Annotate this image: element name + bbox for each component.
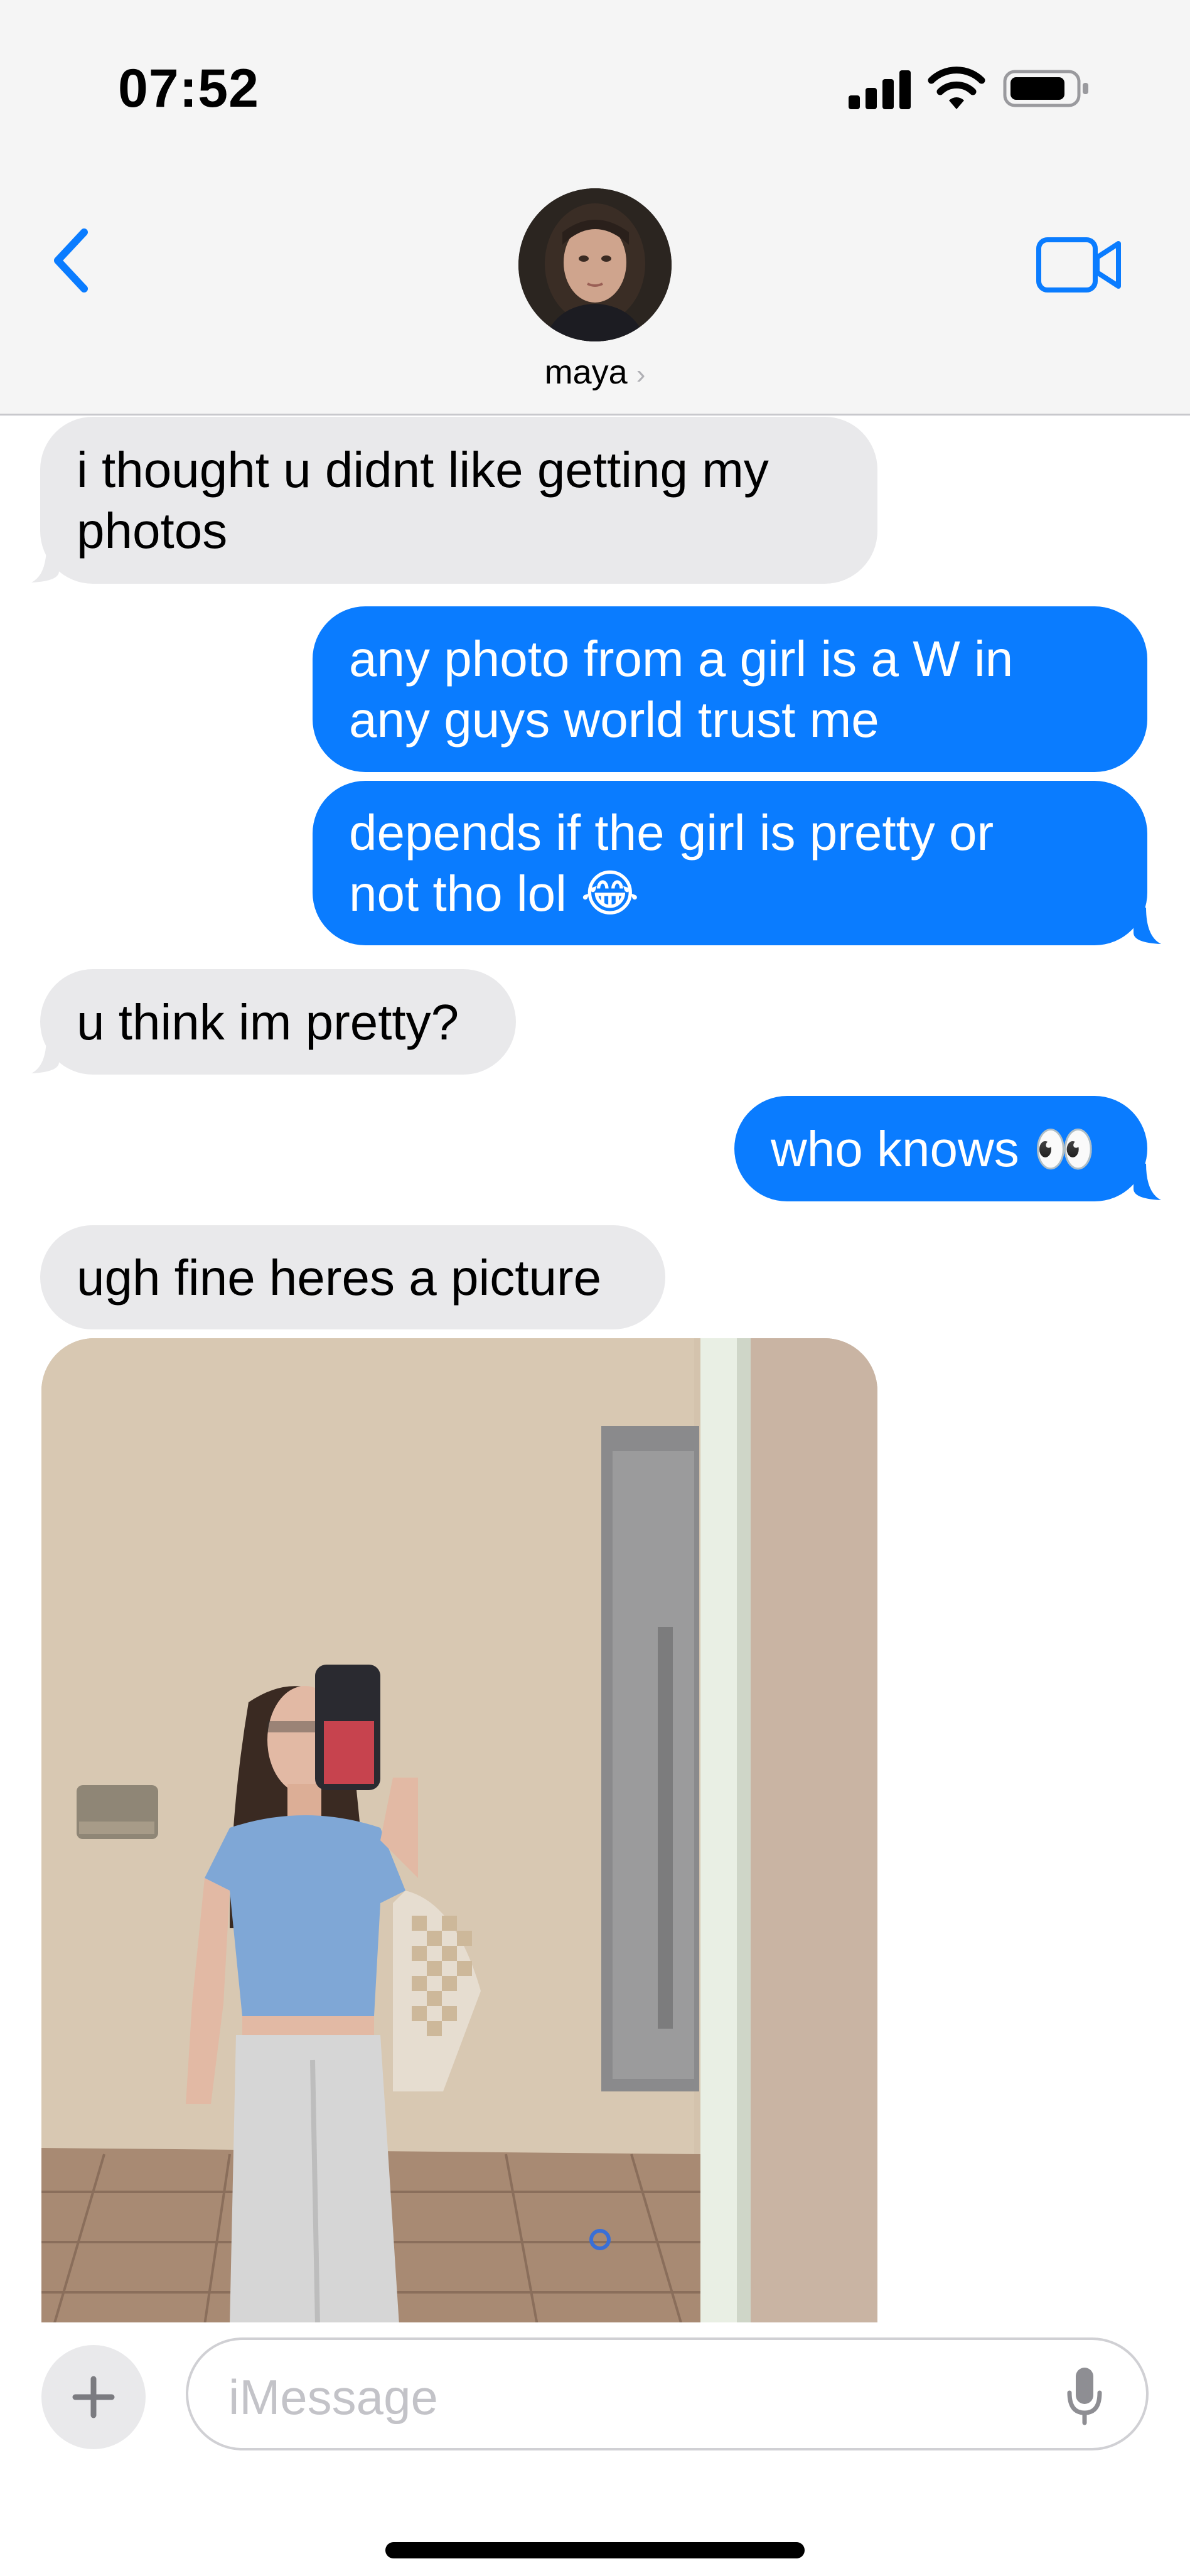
message-line: any photo from a girl is a W in xyxy=(349,631,1014,687)
received-message[interactable]: ugh fine heres a picture xyxy=(40,1225,665,1329)
bubble-tail xyxy=(1134,1164,1161,1200)
message-text: u think im pretty? xyxy=(77,994,459,1050)
sent-message[interactable]: depends if the girl is pretty or not tho… xyxy=(313,781,1147,945)
status-time: 07:52 xyxy=(118,58,259,119)
message-input[interactable]: iMessage xyxy=(186,2337,1149,2450)
signal-icon xyxy=(849,68,911,109)
received-message[interactable]: u think im pretty? xyxy=(40,969,516,1075)
bubble-tail xyxy=(1134,908,1161,944)
message-line: any guys world trust me xyxy=(349,692,879,748)
status-bar: 07:52 xyxy=(0,0,1190,169)
contact-name-label[interactable]: maya xyxy=(545,353,628,391)
wifi-icon xyxy=(928,67,985,109)
message-line: not tho lol 😂 xyxy=(349,866,640,921)
received-message[interactable]: i thought u didnt like getting my photos xyxy=(40,417,877,584)
message-line: depends if the girl is pretty or xyxy=(349,805,994,861)
apps-button[interactable] xyxy=(41,2345,146,2449)
video-call-icon[interactable] xyxy=(1036,236,1123,294)
contact-avatar[interactable] xyxy=(518,188,672,341)
bubble-tail xyxy=(31,546,59,582)
message-text: ugh fine heres a picture xyxy=(77,1249,602,1306)
conversation-header: maya › xyxy=(0,169,1190,416)
microphone-icon[interactable] xyxy=(1067,2365,1102,2425)
contact-chevron-icon: › xyxy=(636,359,646,390)
bubble-tail xyxy=(31,1037,59,1073)
compose-bar: iMessage xyxy=(0,2322,1190,2576)
plus-icon xyxy=(72,2376,115,2418)
battery-icon xyxy=(1003,70,1088,107)
home-indicator[interactable] xyxy=(385,2542,805,2558)
message-text: who knows 👀 xyxy=(771,1120,1096,1177)
sent-message[interactable]: any photo from a girl is a W in any guys… xyxy=(313,606,1147,772)
back-chevron-icon[interactable] xyxy=(44,226,100,295)
contact-name[interactable]: maya › xyxy=(0,353,1190,392)
message-line: photos xyxy=(77,503,228,559)
message-line: i thought u didnt like getting my xyxy=(77,442,769,498)
photo-attachment[interactable] xyxy=(41,1338,877,2325)
message-input-placeholder: iMessage xyxy=(228,2369,438,2425)
sent-message[interactable]: who knows 👀 xyxy=(734,1096,1147,1201)
